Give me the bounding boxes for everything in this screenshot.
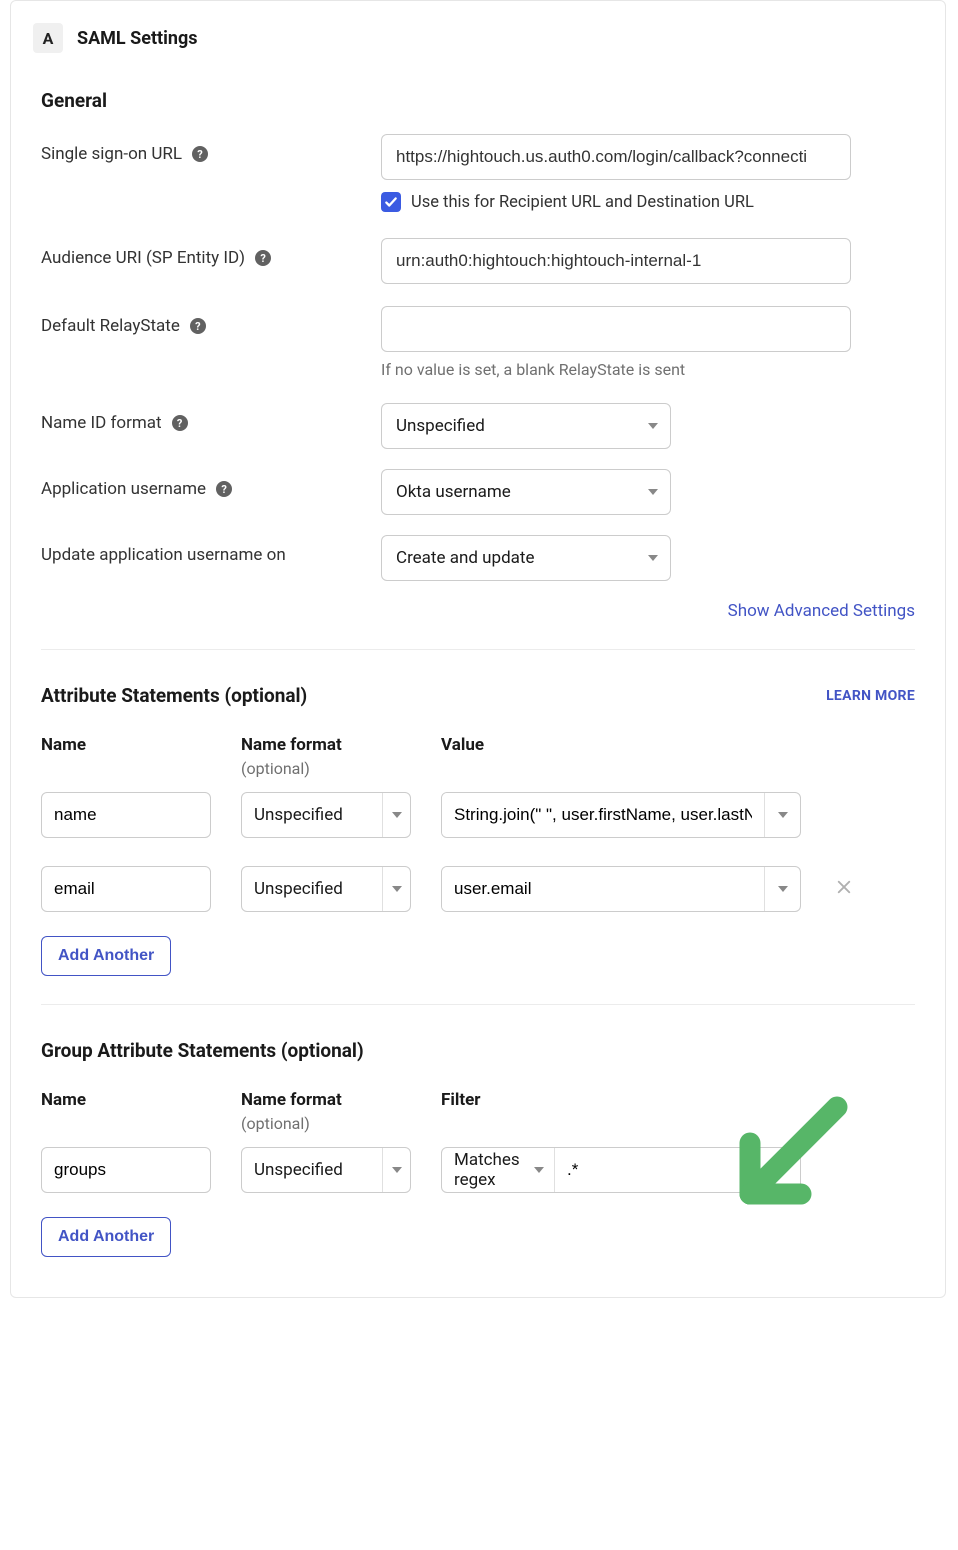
group-attribute-statements-header: Group Attribute Statements (optional) <box>11 1039 945 1062</box>
add-another-attr-button[interactable]: Add Another <box>41 936 171 976</box>
remove-row-button[interactable] <box>831 877 853 902</box>
panel-title: SAML Settings <box>77 28 198 49</box>
attr-value-dropdown-button[interactable] <box>764 867 800 911</box>
row-audience-uri: Audience URI (SP Entity ID) ? <box>41 238 915 284</box>
app-username-value: Okta username <box>396 482 511 502</box>
attr-value-input[interactable] <box>442 793 764 837</box>
app-username-label: Application username <box>41 479 206 499</box>
th-name-format-sub: (optional) <box>241 1114 441 1133</box>
section-heading-general: General <box>41 89 915 112</box>
th-name-format-sub: (optional) <box>241 759 441 778</box>
group-filter-type-select[interactable]: Matches regex <box>442 1148 555 1192</box>
app-username-select[interactable]: Okta username <box>381 469 671 515</box>
nameid-format-label: Name ID format <box>41 413 162 433</box>
attr-format-select[interactable]: Unspecified <box>241 792 411 838</box>
row-app-username: Application username ? Okta username <box>41 469 915 515</box>
chevron-down-icon <box>392 812 402 818</box>
group-name-input[interactable] <box>41 1147 211 1193</box>
attribute-statements-heading: Attribute Statements (optional) <box>41 684 307 707</box>
nameid-format-value: Unspecified <box>396 416 485 436</box>
relaystate-input[interactable] <box>381 306 851 352</box>
th-filter: Filter <box>441 1090 721 1133</box>
sso-url-label: Single sign-on URL <box>41 144 182 164</box>
th-name-format: Name format <box>241 1090 342 1110</box>
general-section: General Single sign-on URL ? Use this fo… <box>11 89 945 581</box>
help-icon[interactable]: ? <box>216 481 232 497</box>
update-username-on-value: Create and update <box>396 548 535 568</box>
chevron-down-icon <box>392 886 402 892</box>
row-relaystate: Default RelayState ? If no value is set,… <box>41 306 915 379</box>
attr-format-value: Unspecified <box>254 879 343 899</box>
show-advanced-settings-link[interactable]: Show Advanced Settings <box>728 601 915 621</box>
chevron-down-icon <box>648 555 658 561</box>
th-name: Name <box>41 1090 241 1133</box>
divider <box>41 649 915 650</box>
learn-more-link[interactable]: LEARN MORE <box>826 688 915 704</box>
chevron-down-icon <box>778 886 788 892</box>
row-update-username-on: Update application username on Create an… <box>41 535 915 581</box>
nameid-format-select[interactable]: Unspecified <box>381 403 671 449</box>
attr-value-input[interactable] <box>442 867 764 911</box>
panel-header: A SAML Settings <box>11 1 945 61</box>
chevron-down-icon <box>392 1167 402 1173</box>
divider <box>41 1004 915 1005</box>
help-icon[interactable]: ? <box>172 415 188 431</box>
chevron-down-icon <box>778 812 788 818</box>
attr-table-header: Name Name format (optional) Value <box>11 735 945 778</box>
update-username-on-label: Update application username on <box>41 545 286 565</box>
group-attribute-statements-heading: Group Attribute Statements (optional) <box>41 1039 364 1062</box>
sso-url-input[interactable] <box>381 134 851 180</box>
attr-row: Unspecified <box>11 866 945 912</box>
attr-value-dropdown-button[interactable] <box>764 793 800 837</box>
group-format-select[interactable]: Unspecified <box>241 1147 411 1193</box>
attr-row: Unspecified <box>11 792 945 838</box>
saml-settings-panel: A SAML Settings General Single sign-on U… <box>10 0 946 1298</box>
attr-format-select[interactable]: Unspecified <box>241 866 411 912</box>
group-filter-value-input[interactable] <box>555 1148 800 1192</box>
update-username-on-select[interactable]: Create and update <box>381 535 671 581</box>
relaystate-hint: If no value is set, a blank RelayState i… <box>381 360 915 379</box>
help-icon[interactable]: ? <box>192 146 208 162</box>
group-filter-type-value: Matches regex <box>454 1150 534 1190</box>
sso-recipient-checkbox[interactable] <box>381 192 401 212</box>
relaystate-label: Default RelayState <box>41 316 180 336</box>
add-another-group-button[interactable]: Add Another <box>41 1217 171 1257</box>
step-badge: A <box>33 23 63 53</box>
th-value: Value <box>441 735 721 778</box>
sso-recipient-checkbox-label: Use this for Recipient URL and Destinati… <box>411 193 754 212</box>
th-name-format: Name format <box>241 735 342 755</box>
chevron-down-icon <box>648 423 658 429</box>
th-name: Name <box>41 735 241 778</box>
help-icon[interactable]: ? <box>255 250 271 266</box>
chevron-down-icon <box>534 1167 544 1173</box>
row-nameid-format: Name ID format ? Unspecified <box>41 403 915 449</box>
attr-format-value: Unspecified <box>254 805 343 825</box>
group-format-value: Unspecified <box>254 1160 343 1180</box>
group-table-header: Name Name format (optional) Filter <box>11 1090 945 1133</box>
attribute-statements-header: Attribute Statements (optional) LEARN MO… <box>11 684 945 707</box>
group-attr-row: Unspecified Matches regex <box>11 1147 945 1193</box>
attr-name-input[interactable] <box>41 792 211 838</box>
audience-uri-input[interactable] <box>381 238 851 284</box>
chevron-down-icon <box>648 489 658 495</box>
help-icon[interactable]: ? <box>190 318 206 334</box>
audience-uri-label: Audience URI (SP Entity ID) <box>41 248 245 268</box>
row-sso-url: Single sign-on URL ? Use this for Recipi… <box>41 134 915 212</box>
attr-name-input[interactable] <box>41 866 211 912</box>
